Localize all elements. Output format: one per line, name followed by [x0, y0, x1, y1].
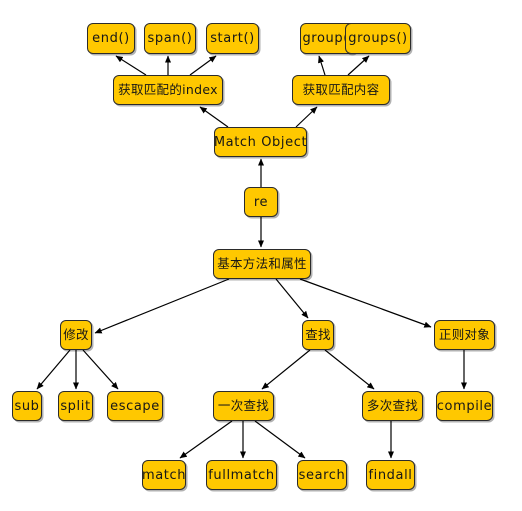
node-match[interactable]: match: [142, 460, 186, 490]
node-search[interactable]: search: [297, 460, 347, 490]
node-re[interactable]: re: [244, 187, 278, 217]
edge-match_obj-to-get_content: [295, 106, 318, 128]
node-label: Match Object: [213, 134, 308, 150]
node-label: 一次查找: [217, 397, 270, 413]
node-label: 查找: [305, 326, 331, 342]
edge-modify-to-sub: [36, 349, 71, 390]
node-span[interactable]: span(): [144, 23, 196, 54]
node-find_many[interactable]: 多次查找: [362, 391, 423, 421]
node-label: span(): [147, 31, 193, 46]
node-label: fullmatch: [208, 467, 275, 483]
node-compile[interactable]: compile: [436, 391, 493, 421]
node-label: compile: [436, 398, 493, 414]
node-find[interactable]: 查找: [302, 320, 334, 350]
node-label: 多次查找: [366, 397, 419, 413]
node-label: findall: [368, 467, 413, 483]
node-label: sub: [14, 398, 40, 414]
node-escape[interactable]: escape: [107, 391, 163, 421]
node-groups[interactable]: groups(): [345, 23, 411, 54]
edge-get_index-to-start: [189, 55, 217, 76]
node-fullmatch[interactable]: fullmatch: [206, 460, 277, 490]
node-label: match: [141, 467, 187, 483]
node-regex_obj[interactable]: 正则对象: [434, 320, 495, 350]
node-modify[interactable]: 修改: [60, 320, 92, 350]
node-sub[interactable]: sub: [12, 391, 42, 421]
edge-find_once-to-match: [179, 420, 233, 459]
edge-get_content-to-group: [318, 55, 326, 76]
node-split[interactable]: split: [58, 391, 93, 421]
node-findall[interactable]: findall: [366, 460, 415, 490]
node-label: 正则对象: [438, 326, 491, 342]
node-get_content[interactable]: 获取匹配内容: [292, 75, 390, 105]
edge-get_index-to-end: [115, 55, 147, 76]
node-label: end(): [92, 31, 130, 46]
node-label: 基本方法和属性: [217, 255, 307, 271]
node-label: 修改: [63, 326, 89, 342]
node-match_obj[interactable]: Match Object: [214, 127, 307, 157]
node-label: escape: [110, 398, 160, 414]
edge-match_obj-to-get_index: [199, 106, 229, 128]
node-basics[interactable]: 基本方法和属性: [213, 249, 311, 279]
edge-find-to-find_many: [324, 349, 375, 390]
node-label: 获取匹配的index: [118, 81, 218, 97]
node-end[interactable]: end(): [87, 23, 135, 54]
node-label: start(): [210, 31, 255, 46]
edge-find-to-find_once: [261, 349, 311, 390]
node-start[interactable]: start(): [206, 23, 259, 54]
edge-basics-to-modify: [94, 278, 230, 334]
node-label: search: [298, 467, 346, 483]
edge-modify-to-escape: [82, 349, 119, 390]
mindmap-canvas: end() span() start() group() groups() 获取匹配的in…: [0, 0, 522, 511]
edge-basics-to-find: [275, 278, 309, 319]
node-get_index[interactable]: 获取匹配的index: [113, 75, 223, 105]
edge-get_content-to-groups: [347, 55, 370, 76]
node-label: 获取匹配内容: [302, 81, 380, 97]
node-label: groups(): [348, 31, 408, 46]
node-label: split: [60, 398, 91, 414]
node-find_once[interactable]: 一次查找: [213, 391, 274, 421]
edge-find_once-to-search: [254, 420, 306, 459]
node-label: re: [253, 194, 269, 210]
